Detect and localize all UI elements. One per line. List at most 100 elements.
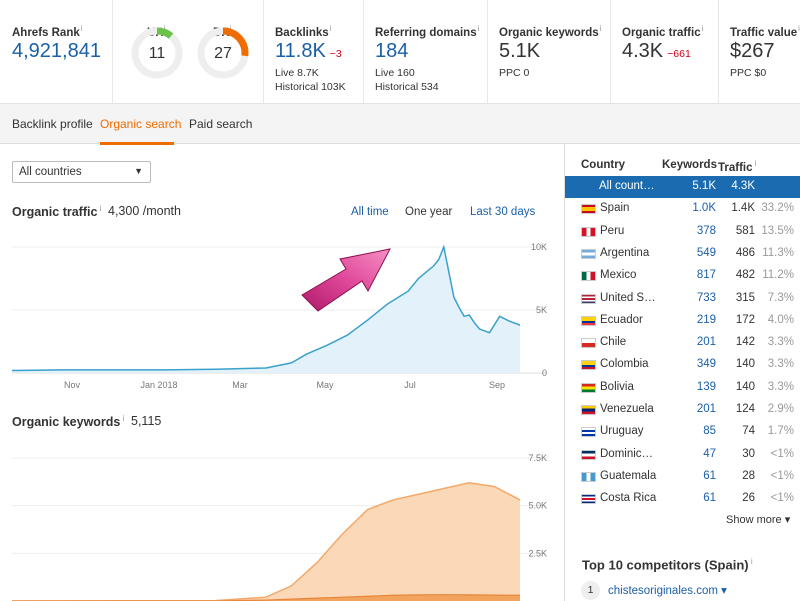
country-keywords[interactable]: 549 xyxy=(697,247,716,259)
y-tick-label: 7.5K xyxy=(528,453,547,463)
country-keywords[interactable]: 349 xyxy=(697,358,716,370)
table-row[interactable]: Ecuador 219 172 4.0% xyxy=(565,310,800,332)
active-tab-indicator xyxy=(100,142,174,145)
dr-gauge: 27 xyxy=(195,25,251,81)
country-traffic-share: 3.3% xyxy=(767,336,794,349)
country-keywords[interactable]: 378 xyxy=(697,225,716,237)
competitors-title: Top 10 competitors (Spain) xyxy=(582,557,749,573)
organic-traffic-label: Organic traffic xyxy=(622,26,701,39)
info-icon[interactable]: i xyxy=(749,557,753,566)
referring-domains-value[interactable]: 184 xyxy=(375,40,408,63)
flag-icon xyxy=(581,360,596,371)
country-traffic: 26 xyxy=(742,492,755,505)
info-icon[interactable]: i xyxy=(753,159,757,168)
table-row[interactable]: Guatemala 61 28 <1% xyxy=(565,466,800,488)
table-row[interactable]: Venezuela 201 124 2.9% xyxy=(565,399,800,421)
country-traffic: 315 xyxy=(735,291,755,304)
tab-backlink-profile[interactable]: Backlink profile xyxy=(12,117,93,131)
flag-icon xyxy=(581,204,596,215)
range-last-30-days[interactable]: Last 30 days xyxy=(470,206,535,218)
competitor-link[interactable]: chistesoriginales.com ▾ xyxy=(608,583,727,597)
range-one-year[interactable]: One year xyxy=(405,206,452,218)
info-icon[interactable]: i xyxy=(120,414,125,423)
metric-ahrefs-rank: Ahrefs Ranki 4,921,841 xyxy=(0,0,113,104)
y-tick-label: 5K xyxy=(536,305,547,315)
metric-traffic-value: Traffic valuei $267 PPC $0 xyxy=(719,0,800,104)
country-traffic: 1.4K xyxy=(731,202,755,215)
country-traffic: 140 xyxy=(735,380,755,393)
table-row[interactable]: United S… 733 315 7.3% xyxy=(565,288,800,310)
flag-icon xyxy=(581,471,596,482)
table-row[interactable]: Costa Rica 61 26 <1% xyxy=(565,488,800,510)
y-tick-label: 5.0K xyxy=(528,501,547,511)
country-select-value: All countries xyxy=(19,166,82,178)
col-header-traffic[interactable]: Traffic xyxy=(718,162,753,174)
info-icon[interactable]: i xyxy=(702,24,704,33)
col-header-country[interactable]: Country xyxy=(581,159,625,171)
country-name: Guatemala xyxy=(600,469,657,482)
backlinks-value[interactable]: 11.8K xyxy=(275,40,326,62)
country-traffic: 140 xyxy=(735,358,755,371)
country-keywords[interactable]: 61 xyxy=(703,492,716,504)
table-row[interactable]: All count… 5.1K 4.3K xyxy=(565,176,800,198)
organic-traffic-value: 4.3K xyxy=(622,40,664,62)
country-keywords[interactable]: 201 xyxy=(697,336,716,348)
info-icon[interactable]: i xyxy=(478,24,480,33)
x-tick-label: Sep xyxy=(489,380,505,390)
x-tick-label: May xyxy=(316,380,334,390)
info-icon[interactable]: i xyxy=(330,24,332,33)
country-keywords[interactable]: 139 xyxy=(697,381,716,393)
country-keywords[interactable]: 219 xyxy=(697,314,716,326)
country-keywords[interactable]: 817 xyxy=(697,269,716,281)
country-keywords[interactable]: 733 xyxy=(697,292,716,304)
organic-keywords-value: 5.1K xyxy=(499,40,541,62)
table-row[interactable]: Colombia 349 140 3.3% xyxy=(565,354,800,376)
country-name: Costa Rica xyxy=(600,492,657,505)
info-icon[interactable]: i xyxy=(97,204,102,213)
country-traffic-share: 11.3% xyxy=(762,246,794,259)
y-tick-label: 0 xyxy=(542,368,547,378)
traffic-value-label: Traffic value xyxy=(730,26,798,39)
country-keywords[interactable]: 85 xyxy=(703,425,716,437)
x-tick-label: Jul xyxy=(404,380,416,390)
country-traffic-share: 1.7% xyxy=(767,425,794,438)
col-header-keywords[interactable]: Keywords xyxy=(662,159,717,171)
flag-icon xyxy=(581,271,596,282)
flag-icon xyxy=(581,449,596,460)
table-row[interactable]: Chile 201 142 3.3% xyxy=(565,332,800,354)
tab-paid-search[interactable]: Paid search xyxy=(189,117,252,131)
country-keywords[interactable]: 201 xyxy=(697,403,716,415)
table-row[interactable]: Mexico 817 482 11.2% xyxy=(565,265,800,287)
country-name: Spain xyxy=(600,202,630,215)
flag-icon xyxy=(581,315,596,326)
ahrefs-rank-value: 4,921,841 xyxy=(12,40,101,62)
competitor-rank: 1 xyxy=(581,581,600,600)
country-keywords[interactable]: 1.0K xyxy=(692,202,716,214)
dr-value: 27 xyxy=(214,45,232,62)
table-row[interactable]: Spain 1.0K 1.4K 33.2% xyxy=(565,198,800,220)
country-traffic: 124 xyxy=(735,403,755,415)
info-icon[interactable]: i xyxy=(600,24,602,33)
chevron-down-icon: ▼ xyxy=(134,166,143,176)
country-keywords[interactable]: 47 xyxy=(703,448,716,460)
show-more-button[interactable]: Show more ▾ xyxy=(726,513,790,526)
table-row[interactable]: Argentina 549 486 11.3% xyxy=(565,243,800,265)
country-traffic: 28 xyxy=(742,469,755,482)
table-row[interactable]: Dominic… 47 30 <1% xyxy=(565,444,800,466)
table-row[interactable]: Uruguay 85 74 1.7% xyxy=(565,421,800,443)
tab-organic-search[interactable]: Organic search xyxy=(100,117,181,131)
country-keywords[interactable]: 61 xyxy=(703,470,716,482)
country-traffic: 142 xyxy=(735,336,755,349)
x-tick-label: Nov xyxy=(64,380,81,390)
info-icon[interactable]: i xyxy=(81,24,83,33)
backlinks-historical: Historical 103K xyxy=(275,81,346,93)
ur-gauge: 11 xyxy=(129,25,185,81)
country-keywords[interactable]: 5.1K xyxy=(692,180,716,192)
range-all-time[interactable]: All time xyxy=(351,206,389,218)
keywords-chart-title: Organic keywords xyxy=(12,415,121,430)
country-traffic-share: 4.0% xyxy=(767,313,794,326)
table-row[interactable]: Bolivia 139 140 3.3% xyxy=(565,377,800,399)
report-tabs: Backlink profile Organic search Paid sea… xyxy=(0,104,800,145)
country-select[interactable]: All countries ▼ xyxy=(12,161,151,183)
table-row[interactable]: Peru 378 581 13.5% xyxy=(565,221,800,243)
